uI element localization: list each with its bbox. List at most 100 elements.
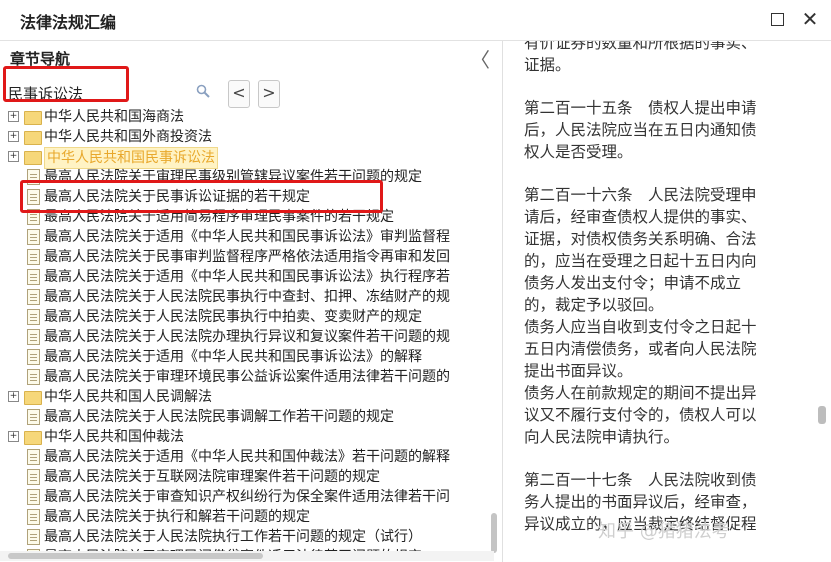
content-line: 的，裁定予以驳回。	[524, 296, 664, 314]
document-icon	[27, 489, 40, 505]
content-line: 务人提出的书面异议后，经审查，	[524, 493, 757, 511]
tree-item-label: 最高人民法院关于适用《中华人民共和国民事诉讼法》审判监督程	[44, 229, 450, 245]
tree-item-label: 最高人民法院关于适用《中华人民共和国民事诉讼法》执行程序若	[44, 269, 450, 285]
content-line: 请后，经审查债权人提供的事实、	[524, 208, 757, 226]
tree-horizontal-scrollbar[interactable]	[0, 551, 494, 561]
tree-document-item[interactable]: 最高人民法院关于人民法院民事执行中查封、扣押、冻结财产的规	[0, 287, 494, 307]
tree-document-item[interactable]: 最高人民法院关于执行和解若干问题的规定	[0, 507, 494, 527]
folder-icon	[24, 391, 42, 405]
content-line: 第二百一十五条 债权人提出申请	[524, 99, 757, 117]
tree-document-item[interactable]: 最高人民法院关于适用《中华人民共和国民事诉讼法》的解释	[0, 347, 494, 367]
close-icon: ✕	[801, 7, 819, 31]
tree-document-item[interactable]: 最高人民法院关于人民法院办理执行异议和复议案件若干问题的规	[0, 327, 494, 347]
tree-document-item[interactable]: 最高人民法院关于适用《中华人民共和国民事诉讼法》执行程序若	[0, 267, 494, 287]
document-icon	[27, 329, 40, 345]
tree-document-item[interactable]: 最高人民法院关于互联网法院审理案件若干问题的规定	[0, 467, 494, 487]
chapter-navigation-panel: 章节导航 〈 < > +中华人民共和国海商法+中华人民共和国外商投资法+中华人民…	[0, 41, 500, 562]
chapter-tree: + 中华人民共和国海商法 + 中华人民共和国外商投资法 + 中华人民共和国民事诉讼法最高人…	[0, 107, 494, 552]
tree-item-label: 中华人民共和国外商投资法	[44, 129, 212, 145]
scrollbar-thumb[interactable]	[8, 553, 263, 559]
folder-icon	[24, 151, 42, 165]
document-icon	[27, 409, 40, 425]
tree-item-label: 最高人民法院关于人民法院民事执行中拍卖、变卖财产的规定	[44, 309, 422, 325]
folder-icon	[24, 431, 42, 445]
expand-icon[interactable]: +	[8, 111, 19, 122]
content-line: 第二百一十七条 人民法院收到债	[524, 471, 757, 489]
tree-document-item[interactable]: 最高人民法院关于人民法院民事执行中拍卖、变卖财产的规定	[0, 307, 494, 327]
tree-folder-item[interactable]: + 中华人民共和国仲裁法	[0, 427, 494, 447]
document-icon	[27, 529, 40, 545]
tree-item-label: 最高人民法院关于人民法院执行工作若干问题的规定（试行）	[44, 529, 422, 545]
tree-document-item[interactable]: 最高人民法院关于审理环境民事公益诉讼案件适用法律若干问题的	[0, 367, 494, 387]
content-line: 债务人应当自收到支付令之日起十	[524, 318, 757, 336]
tree-item-label: 最高人民法院关于审理环境民事公益诉讼案件适用法律若干问题的	[44, 369, 450, 385]
tree-item-label: 最高人民法院关于民事审判监督程序严格依法适用指令再审和发回	[44, 249, 450, 265]
folder-icon	[24, 111, 42, 125]
document-icon	[27, 309, 40, 325]
document-icon	[27, 509, 40, 525]
close-button[interactable]: ✕	[795, 6, 825, 32]
expand-icon[interactable]: +	[8, 131, 19, 142]
maximize-button[interactable]	[762, 6, 792, 32]
tree-item-label: 最高人民法院关于人民法院民事执行中查封、扣押、冻结财产的规	[44, 289, 450, 305]
tree-item-label: 最高人民法院关于审查知识产权纠纷行为保全案件适用法律若干问	[44, 489, 450, 505]
watermark: 知乎 @猪猪法考	[598, 521, 730, 542]
content-line: 第二百一十六条 人民法院受理申	[524, 186, 757, 204]
tree-item-label: 最高人民法院关于人民法院办理执行异议和复议案件若干问题的规	[44, 329, 450, 345]
tree-item-label: 最高人民法院关于执行和解若干问题的规定	[44, 509, 310, 525]
tree-item-label: 中华人民共和国人民调解法	[44, 389, 212, 405]
tree-item-label: 中华人民共和国民事诉讼法	[44, 147, 218, 169]
document-icon	[27, 249, 40, 265]
content-line: 证据。	[524, 56, 571, 74]
content-line: 有价证券的数量和所根据的事实、	[524, 41, 757, 52]
content-line: 提出书面异议。	[524, 362, 633, 380]
document-icon	[27, 269, 40, 285]
content-line: 证据，对债权债务关系明确、合法	[524, 230, 757, 248]
search-icon[interactable]	[196, 84, 210, 98]
expand-icon[interactable]: +	[8, 391, 19, 402]
result-highlight-box	[20, 180, 383, 213]
search-highlight-box	[3, 66, 129, 102]
expand-icon[interactable]: +	[8, 431, 19, 442]
tree-item-label: 中华人民共和国海商法	[44, 109, 184, 125]
content-line: 债务人发出支付令；申请不成立	[524, 274, 742, 292]
tree-document-item[interactable]: 最高人民法院关于民事审判监督程序严格依法适用指令再审和发回	[0, 247, 494, 267]
tree-item-label: 最高人民法院关于适用《中华人民共和国仲裁法》若干问题的解释	[44, 449, 450, 465]
content-line: 议又不履行支付令的，债权人可以	[524, 406, 757, 424]
tree-document-item[interactable]: 最高人民法院关于适用《中华人民共和国仲裁法》若干问题的解释	[0, 447, 494, 467]
tree-document-item[interactable]: 最高人民法院关于审查知识产权纠纷行为保全案件适用法律若干问	[0, 487, 494, 507]
content-line: 的，应当在受理之日起十五日内向	[524, 252, 757, 270]
content-line: 权人是否受理。	[524, 143, 633, 161]
law-content-panel: 有价证券的数量和所根据的事实、证据。第二百一十五条 债权人提出申请 后，人民法院应…	[503, 41, 831, 562]
next-result-button[interactable]: >	[258, 80, 280, 108]
content-line: 五日内清偿债务，或者向人民法院	[524, 340, 757, 358]
prev-result-button[interactable]: <	[228, 80, 250, 108]
document-icon	[27, 449, 40, 465]
tree-item-label: 最高人民法院关于适用《中华人民共和国民事诉讼法》的解释	[44, 349, 422, 365]
tree-item-label: 最高人民法院关于互联网法院审理案件若干问题的规定	[44, 469, 380, 485]
expand-icon[interactable]: +	[8, 151, 19, 162]
title-bar: 法律法规汇编 ✕	[0, 0, 831, 41]
tree-folder-item[interactable]: + 中华人民共和国外商投资法	[0, 127, 494, 147]
tree-folder-item[interactable]: + 中华人民共和国人民调解法	[0, 387, 494, 407]
folder-icon	[24, 131, 42, 145]
maximize-icon	[770, 13, 784, 26]
content-line: 向人民法院申请执行。	[524, 428, 680, 446]
tree-item-label: 中华人民共和国仲裁法	[44, 429, 184, 445]
document-icon	[27, 289, 40, 305]
tree-item-label: 最高人民法院关于人民法院民事调解工作若干问题的规定	[44, 409, 394, 425]
chevron-left-icon[interactable]: 〈	[470, 44, 490, 73]
tree-document-item[interactable]: 最高人民法院关于适用《中华人民共和国民事诉讼法》审判监督程	[0, 227, 494, 247]
tree-vertical-scrollbar[interactable]	[491, 513, 497, 553]
document-icon	[27, 349, 40, 365]
content-scrollbar[interactable]	[818, 406, 826, 424]
document-icon	[27, 369, 40, 385]
tree-folder-item[interactable]: + 中华人民共和国民事诉讼法	[0, 147, 494, 169]
tree-document-item[interactable]: 最高人民法院关于人民法院民事调解工作若干问题的规定	[0, 407, 494, 427]
document-icon	[27, 229, 40, 245]
content-line: 债务人在前款规定的期间不提出异	[524, 384, 757, 402]
tree-folder-item[interactable]: + 中华人民共和国海商法	[0, 107, 494, 127]
document-icon	[27, 469, 40, 485]
content-line: 后，人民法院应当在五日内通知债	[524, 121, 757, 139]
tree-document-item[interactable]: 最高人民法院关于人民法院执行工作若干问题的规定（试行）	[0, 527, 494, 547]
